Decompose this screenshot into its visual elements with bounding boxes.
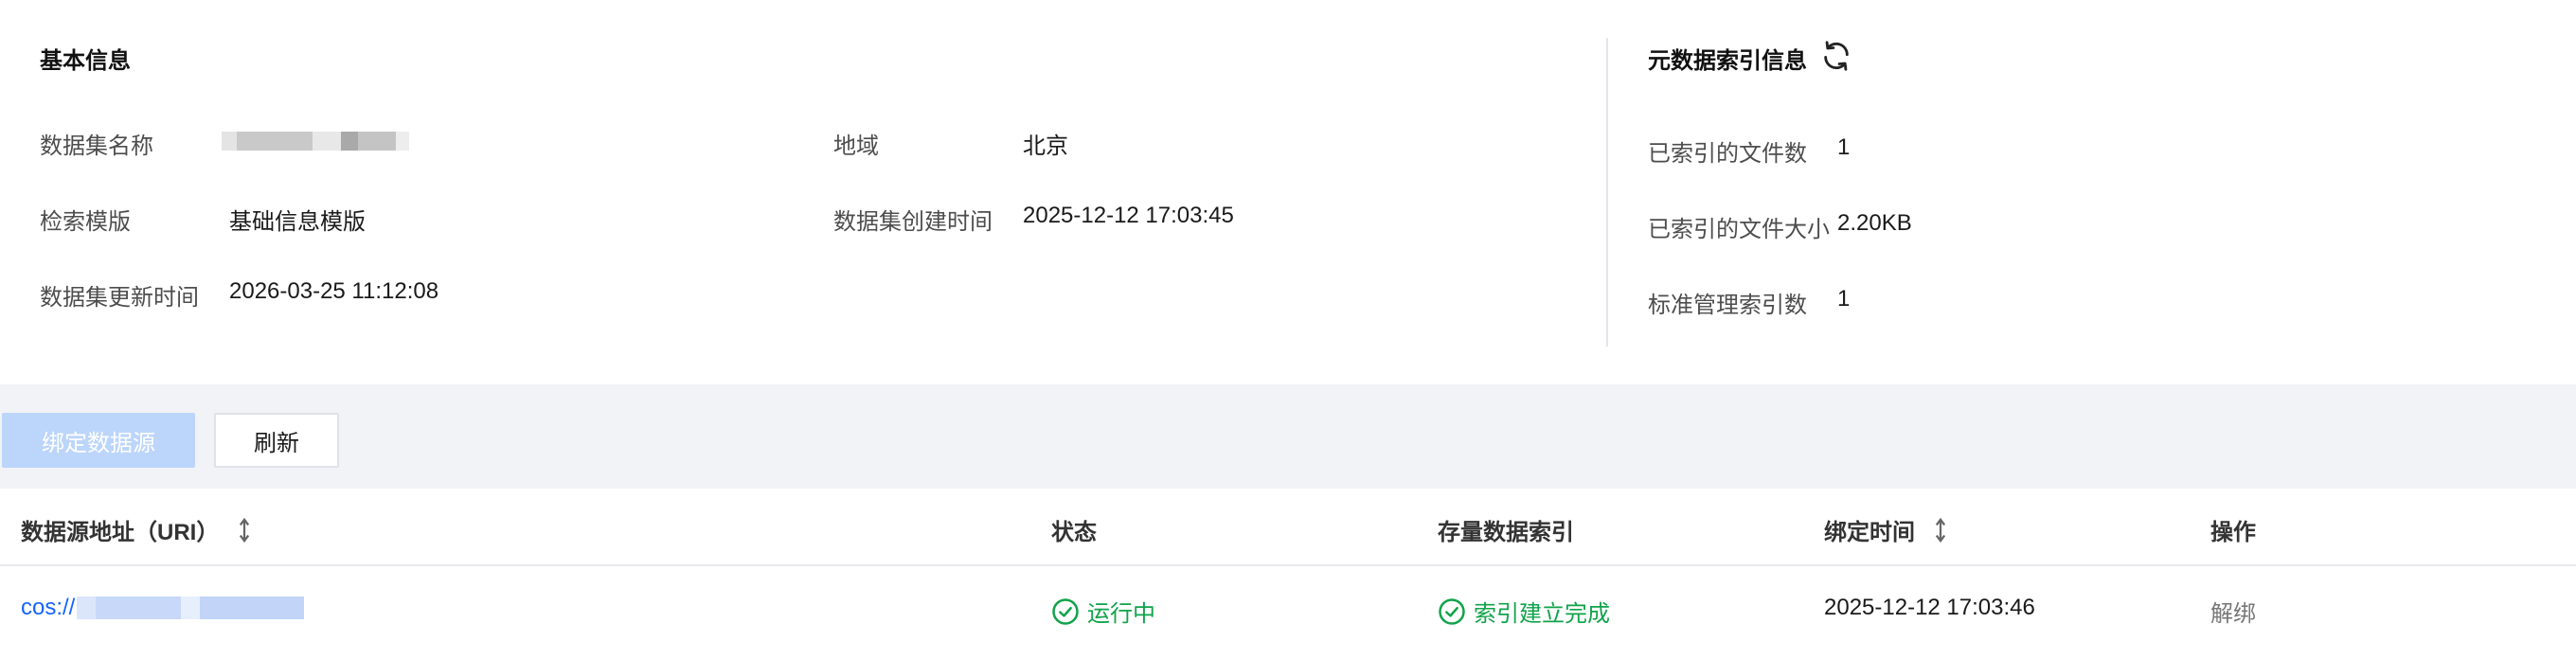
basic-info-title: 基本信息	[40, 48, 131, 74]
refresh-icon[interactable]	[1820, 40, 1852, 72]
indexed-file-count-value: 1	[1837, 134, 1851, 160]
status-running: 运行中	[1051, 595, 1155, 628]
column-header-status: 状态	[1051, 520, 1097, 545]
check-circle-icon	[1052, 597, 1079, 625]
indexed-file-count-label: 已索引的文件数	[1648, 141, 1807, 167]
status-text: 运行中	[1087, 601, 1155, 627]
search-template-label: 检索模版	[40, 209, 131, 235]
uri-prefix: cos://	[21, 595, 76, 620]
datasource-uri-link[interactable]: cos://	[21, 595, 305, 621]
column-header-actions: 操作	[2210, 520, 2256, 545]
index-status: 索引建立完成	[1438, 595, 1610, 628]
metadata-index-title: 元数据索引信息	[1648, 48, 1807, 74]
unbind-link[interactable]: 解绑	[2210, 595, 2256, 628]
updated-time-label: 数据集更新时间	[40, 285, 199, 311]
bind-time-value: 2025-12-12 17:03:46	[1824, 595, 2035, 620]
dataset-name-label: 数据集名称	[40, 134, 153, 159]
table-row: cos:// 运行中 索引建立完成 2025-12-12 17:03:46 解绑	[0, 564, 2576, 659]
sort-icon[interactable]	[1934, 517, 1947, 543]
search-template-value: 基础信息模版	[229, 209, 366, 235]
uri-masked	[77, 597, 305, 619]
created-time-value: 2025-12-12 17:03:45	[1023, 203, 1234, 228]
column-header-uri-label: 数据源地址（URI）	[21, 520, 220, 545]
section-divider	[1606, 38, 1608, 347]
index-status-text: 索引建立完成	[1474, 601, 1610, 627]
check-circle-icon	[1439, 597, 1465, 625]
column-header-index: 存量数据索引	[1438, 520, 1574, 545]
updated-time-value: 2026-03-25 11:12:08	[229, 278, 439, 304]
column-header-bind-time-label: 绑定时间	[1824, 520, 1915, 545]
indexed-file-size-label: 已索引的文件大小	[1648, 217, 1830, 242]
created-time-label: 数据集创建时间	[833, 209, 993, 235]
column-header-uri: 数据源地址（URI）	[21, 513, 251, 546]
bind-datasource-button[interactable]: 绑定数据源	[2, 413, 195, 468]
datasource-table: 数据源地址（URI） 状态 存量数据索引 绑定时间 操作 cos:// 运行中 …	[0, 489, 2576, 659]
standard-index-count-value: 1	[1837, 286, 1851, 312]
standard-index-count-label: 标准管理索引数	[1648, 293, 1807, 318]
sort-icon[interactable]	[238, 517, 251, 543]
indexed-file-size-value: 2.20KB	[1837, 210, 1912, 236]
region-label: 地域	[833, 134, 879, 159]
dataset-info-card: 基本信息 数据集名称 地域 北京 检索模版 基础信息模版 数据集创建时间 202…	[0, 0, 2576, 384]
dataset-name-value-masked	[222, 132, 409, 151]
column-header-bind-time: 绑定时间	[1824, 513, 1947, 546]
table-header: 数据源地址（URI） 状态 存量数据索引 绑定时间 操作	[0, 489, 2576, 566]
refresh-button[interactable]: 刷新	[214, 413, 339, 468]
region-value: 北京	[1023, 134, 1068, 159]
